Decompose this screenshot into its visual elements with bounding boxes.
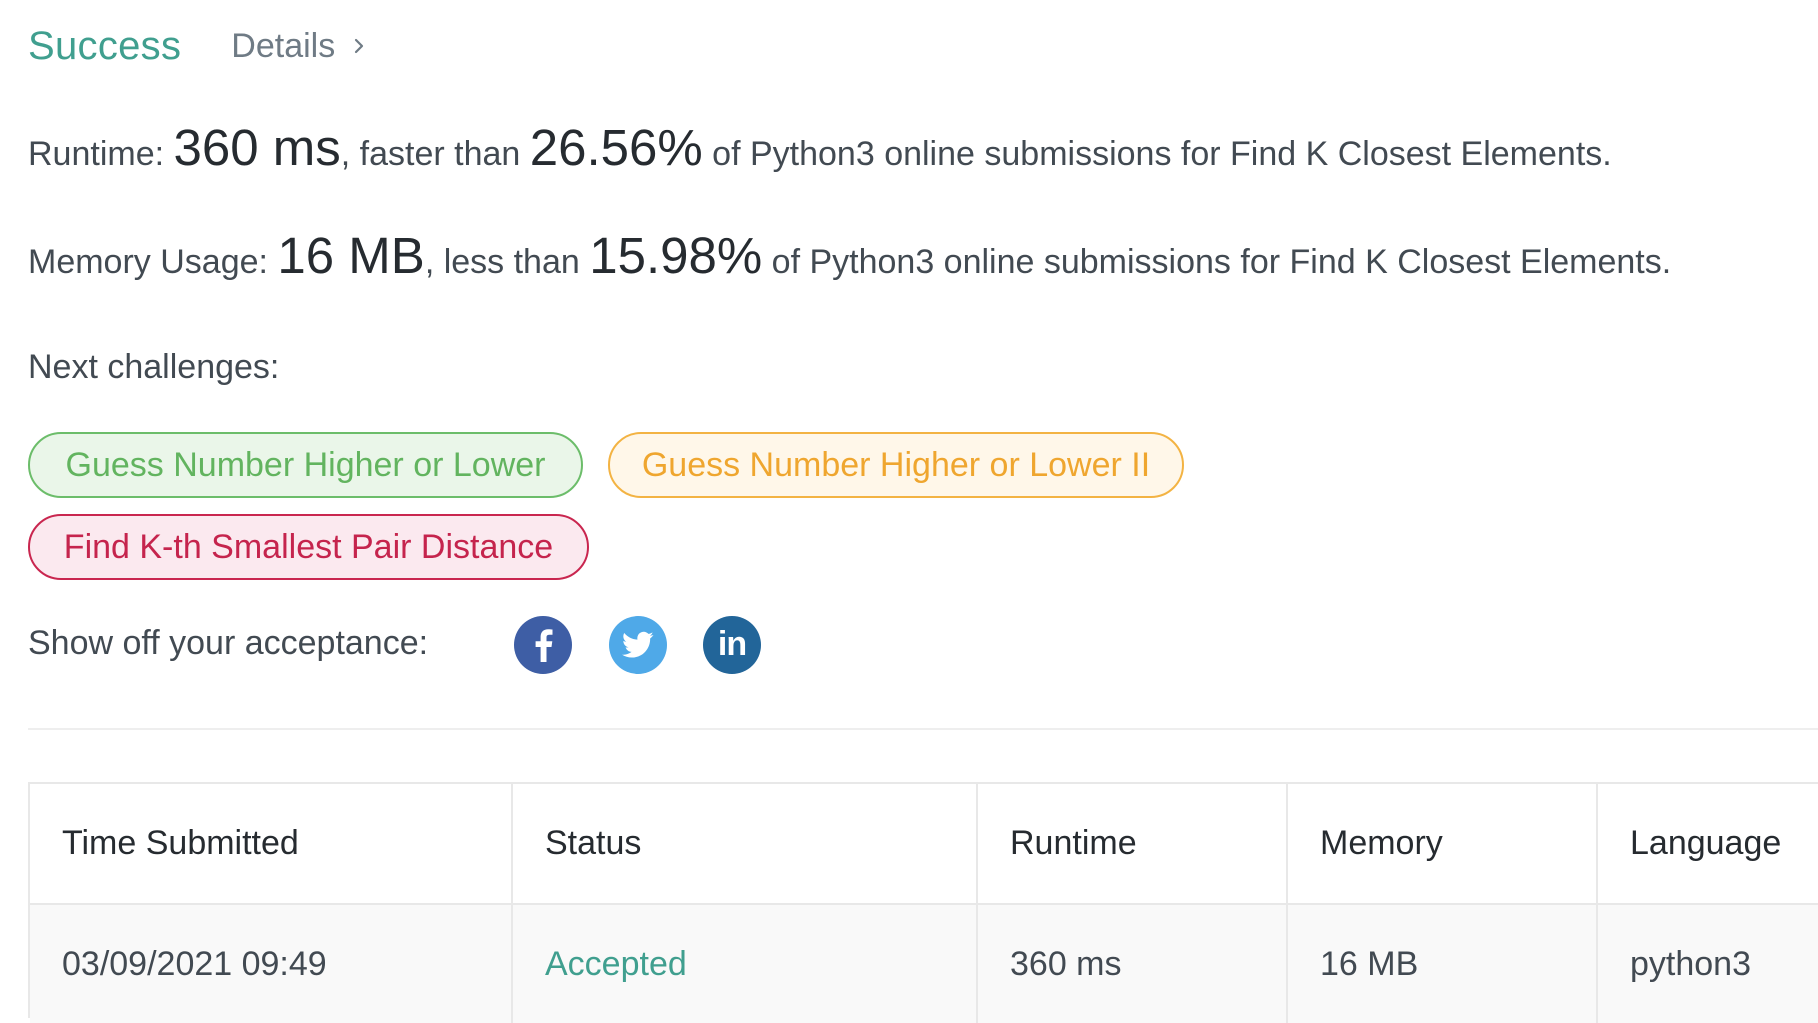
runtime-suffix: of Python3 online submissions for Find K… <box>702 135 1612 173</box>
twitter-glyph <box>622 631 654 658</box>
facebook-icon[interactable] <box>514 616 572 674</box>
chevron-right-icon <box>355 38 364 54</box>
cell-language: python3 <box>1597 904 1818 1023</box>
challenge-tag-medium[interactable]: Guess Number Higher or Lower II <box>608 432 1184 498</box>
memory-label: Memory Usage: <box>28 243 278 281</box>
column-header-time-submitted: Time Submitted <box>30 784 513 905</box>
runtime-value: 360 ms <box>173 119 341 176</box>
runtime-comparison: , faster than <box>340 135 530 173</box>
cell-runtime: 360 ms <box>977 904 1288 1023</box>
linkedin-glyph: in <box>717 624 747 663</box>
twitter-icon[interactable] <box>609 616 667 674</box>
share-label: Show off your acceptance: <box>28 624 429 662</box>
details-label: Details <box>231 26 336 65</box>
column-header-language: Language <box>1597 784 1818 905</box>
table-row: 03/09/2021 09:49 Accepted 360 ms 16 MB p… <box>30 904 1818 1023</box>
challenge-tag-hard[interactable]: Find K-th Smallest Pair Distance <box>28 514 589 580</box>
challenge-tag-easy[interactable]: Guess Number Higher or Lower <box>28 432 583 498</box>
runtime-summary: Runtime: 360 ms, faster than 26.56% of P… <box>28 118 1612 177</box>
facebook-glyph <box>535 629 553 662</box>
runtime-label: Runtime: <box>28 135 174 173</box>
column-header-status: Status <box>512 784 978 905</box>
result-header: Success Details <box>28 18 367 74</box>
column-header-memory: Memory <box>1287 784 1598 905</box>
runtime-percent: 26.56% <box>529 119 703 176</box>
memory-suffix: of Python3 online submissions for Find K… <box>762 243 1672 281</box>
column-header-runtime: Runtime <box>977 784 1288 905</box>
memory-comparison: , less than <box>424 243 590 281</box>
status-title: Success <box>28 23 182 68</box>
memory-summary: Memory Usage: 16 MB, less than 15.98% of… <box>28 226 1671 285</box>
memory-value: 16 MB <box>277 227 425 284</box>
submissions-table: Time Submitted Status Runtime Memory Lan… <box>28 782 1818 1023</box>
memory-percent: 15.98% <box>589 227 763 284</box>
linkedin-icon[interactable]: in <box>703 616 761 674</box>
cell-status-link[interactable]: Accepted <box>512 904 978 1023</box>
cell-memory: 16 MB <box>1287 904 1598 1023</box>
section-divider <box>28 728 1818 730</box>
next-challenges-title: Next challenges: <box>28 348 280 386</box>
cell-time-submitted: 03/09/2021 09:49 <box>30 904 513 1023</box>
table-header-row: Time Submitted Status Runtime Memory Lan… <box>30 784 1818 905</box>
details-link[interactable]: Details <box>231 27 367 66</box>
